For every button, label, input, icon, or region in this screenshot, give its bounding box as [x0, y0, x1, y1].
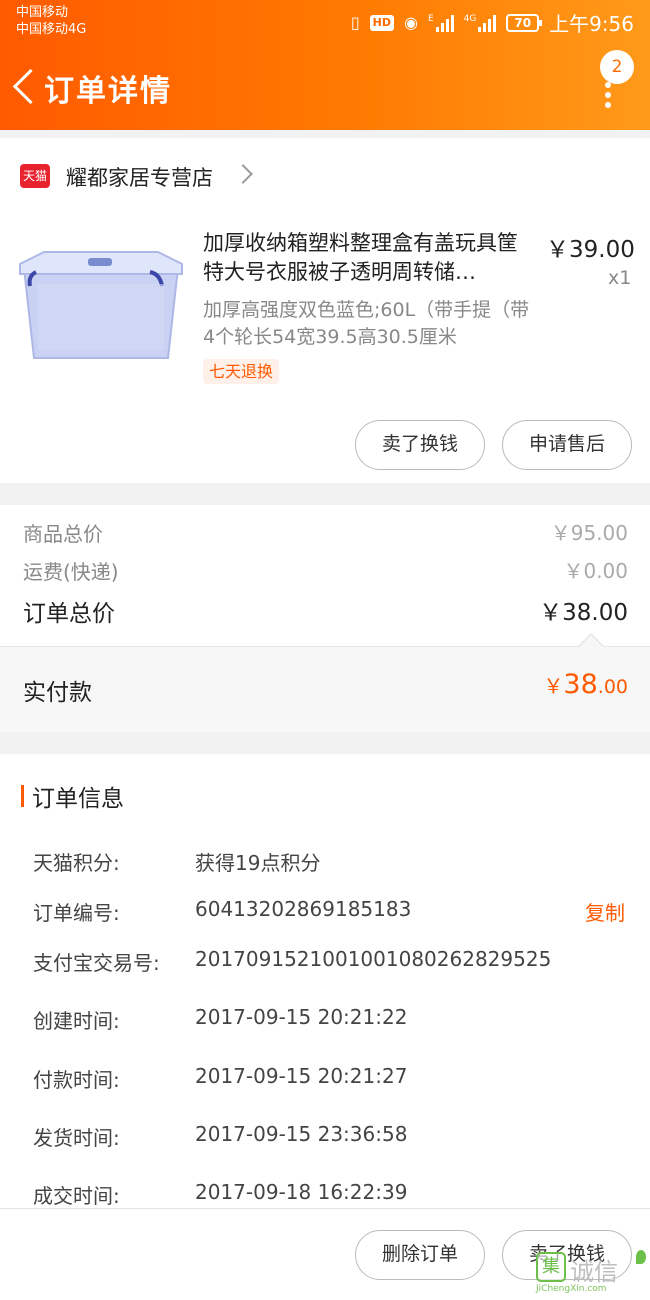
- actual-payment-label: 实付款: [23, 680, 92, 706]
- notification-badge: 2: [600, 50, 634, 84]
- copy-order-number-button[interactable]: 复制: [585, 897, 625, 926]
- status-time: 上午9:56: [549, 12, 634, 36]
- info-row-value: 2017-09-15 20:21:27: [195, 1064, 408, 1088]
- signal-e-icon: E: [428, 14, 454, 32]
- info-row-label: 订单编号:: [33, 901, 120, 925]
- info-row-label: 创建时间:: [33, 1009, 120, 1033]
- battery-icon: 70: [506, 13, 542, 32]
- info-row-label: 发货时间:: [33, 1126, 120, 1150]
- product-image[interactable]: [18, 250, 184, 362]
- actual-payment-section: 实付款 ￥38.00: [0, 646, 650, 732]
- return-policy-tag: 七天退换: [203, 359, 280, 384]
- watermark-logo-icon: 集: [536, 1252, 566, 1282]
- status-bar: 中国移动 中国移动4G ▯ HD ◉ E 4G 70 上午9:56: [0, 0, 650, 44]
- carrier-info: 中国移动 中国移动4G: [16, 4, 86, 38]
- network-e-label: E: [427, 13, 434, 24]
- info-row-value: 2017-09-15 20:21:22: [195, 1005, 408, 1029]
- after-sale-button[interactable]: 申请售后: [502, 420, 632, 470]
- watermark-leaf-icon: [636, 1250, 646, 1264]
- more-menu-icon[interactable]: [596, 82, 620, 108]
- eye-icon: ◉: [404, 13, 418, 32]
- info-row-label: 天猫积分:: [33, 851, 120, 875]
- signal-4g-icon: 4G: [464, 14, 497, 32]
- carrier-primary: 中国移动: [16, 5, 69, 20]
- network-4g-label: 4G: [463, 13, 477, 24]
- watermark-url: JiChengXin.com: [536, 1284, 607, 1294]
- info-row-label: 成交时间:: [33, 1184, 120, 1208]
- watermark: 集 诚信 JiChengXin.com: [532, 1250, 650, 1294]
- info-row-label: 付款时间:: [33, 1068, 120, 1092]
- product-sku: 加厚高强度双色蓝色;60L（带手提（带4个轮长54宽39.5高30.5厘米: [203, 299, 530, 348]
- hd-icon: HD: [369, 14, 395, 31]
- info-row-value: 获得19点积分: [195, 851, 321, 875]
- info-row-label: 支付宝交易号:: [33, 951, 160, 975]
- order-number-value: 60413202869185183: [195, 897, 412, 921]
- product-title[interactable]: 加厚收纳箱塑料整理盒有盖玩具筐特大号衣服被子透明周转储…: [203, 229, 533, 287]
- goods-total-label: 商品总价: [23, 522, 103, 546]
- order-info-title: 订单信息: [32, 786, 124, 812]
- delete-order-button[interactable]: 删除订单: [355, 1230, 485, 1280]
- info-row-value: 2017-09-15 23:36:58: [195, 1122, 408, 1146]
- section-accent-bar: [21, 785, 24, 807]
- vibrate-icon: ▯: [350, 13, 360, 32]
- product-price: ￥39.00: [546, 237, 635, 263]
- page-title: 订单详情: [44, 74, 172, 109]
- goods-total-value: ￥95.00: [550, 521, 628, 545]
- payment-decimal: .00: [597, 676, 628, 698]
- info-row-value: 2017091521001001080262829525: [195, 947, 552, 971]
- watermark-text: 诚信: [570, 1258, 618, 1286]
- info-row-value: 2017-09-18 16:22:39: [195, 1180, 408, 1204]
- shipping-label: 运费(快递): [23, 560, 119, 584]
- shop-name-link[interactable]: 耀都家居专营店: [66, 162, 213, 192]
- carrier-secondary: 中国移动4G: [16, 22, 87, 37]
- back-arrow-icon[interactable]: [8, 64, 38, 108]
- order-total-label: 订单总价: [23, 601, 115, 627]
- sell-for-cash-button[interactable]: 卖了换钱: [355, 420, 485, 470]
- app-header: 中国移动 中国移动4G ▯ HD ◉ E 4G 70 上午9:56 订单详情 2: [0, 0, 650, 130]
- status-icons: ▯ HD ◉ E 4G 70 上午9:56: [351, 8, 634, 37]
- currency-symbol: ￥: [543, 674, 564, 698]
- shipping-value: ￥0.00: [563, 559, 628, 583]
- actual-payment-value: ￥38.00: [543, 669, 628, 700]
- order-total-value: ￥38.00: [539, 600, 628, 626]
- payment-integer: 38: [563, 669, 598, 700]
- product-quantity: x1: [608, 267, 632, 289]
- tmall-logo-icon: 天猫: [20, 164, 50, 188]
